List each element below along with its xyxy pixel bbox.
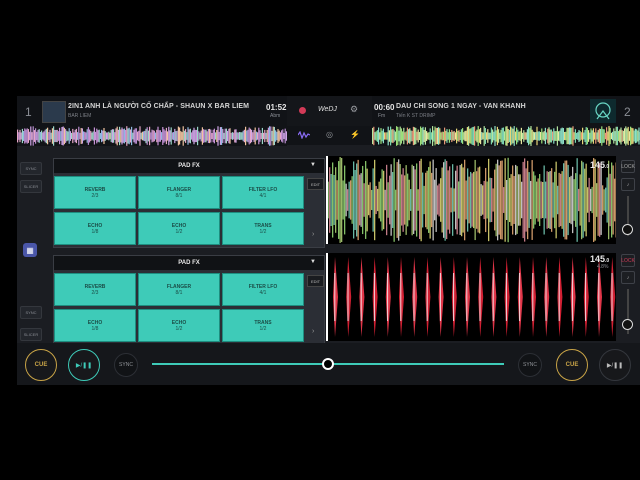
settings-gear-icon[interactable]: ⚙ — [350, 104, 358, 115]
fx-pad-value: 4/1 — [259, 192, 267, 199]
pad-fx-panel-top: PAD FX ▼ REVERB 2/3 FLANGER 8/1 FILTER LFO 4/… — [53, 158, 325, 248]
fx-pad[interactable]: REVERB 2/3 — [54, 176, 136, 209]
pad-fx-title: PAD FX — [178, 260, 200, 266]
tempo-slider-knob-top[interactable] — [622, 224, 633, 235]
expand-chevron-icon-bottom[interactable]: › — [312, 328, 314, 335]
deck-1-track-title[interactable]: 2IN1 ANH LÀ NGƯỜI CỐ CHẤP - SHAUN X BAR … — [68, 103, 249, 110]
tempo-slider-knob-bottom[interactable] — [622, 319, 633, 330]
fx-pad-value: 2/3 — [91, 192, 99, 199]
play-pause-button-left[interactable]: ▶/❚❚ — [68, 349, 100, 381]
fx-pad[interactable]: ECHO 1/8 — [54, 212, 136, 245]
fx-pad[interactable]: REVERB 2/3 — [54, 273, 136, 306]
tempo-range-icon-bottom[interactable]: ♪ — [621, 271, 635, 284]
fx-mode-icon[interactable]: ⚡ — [350, 130, 360, 139]
fx-pad-value: 1/2 — [175, 325, 183, 332]
dropdown-caret-icon[interactable]: ▼ — [310, 259, 316, 265]
lock-button-top[interactable]: LOCK — [621, 160, 635, 173]
deck-1-cover-art — [42, 101, 66, 123]
fx-pad-value: 2/3 — [91, 289, 99, 296]
fx-pad-value: 4/1 — [259, 289, 267, 296]
bpm-display-top: 145.0 — [590, 160, 610, 170]
crossfader-knob[interactable] — [322, 358, 334, 370]
deck-2-time: 00:60 — [374, 103, 395, 112]
fx-pad[interactable]: FILTER LFO 4/1 — [222, 176, 304, 209]
dj-app: 1 2IN1 ANH LÀ NGƯỜI CỐ CHẤP - SHAUN X BA… — [17, 96, 640, 385]
deck-1-key: Abm — [270, 113, 281, 119]
deck-1-waveform[interactable] — [326, 156, 616, 244]
deck-2-track-title[interactable]: DAU CHI SONG 1 NGAY - VAN KHANH — [396, 103, 526, 110]
fx-pad-value: 1/2 — [259, 325, 267, 332]
bpm-display-bottom: 145.0 — [590, 254, 610, 264]
record-button[interactable] — [299, 107, 306, 114]
fx-pad[interactable]: FILTER LFO 4/1 — [222, 273, 304, 306]
fx-pad-value: 1/2 — [175, 228, 183, 235]
deck-1-track-artist: BAR LIEM — [68, 113, 92, 119]
sync-button-left[interactable]: SYNC — [114, 353, 138, 377]
sync-button-bottom[interactable]: SYNC — [20, 306, 42, 319]
cue-button-right[interactable]: CUE — [556, 349, 588, 381]
sync-button-top[interactable]: SYNC — [20, 162, 42, 175]
tempo-range-icon-top[interactable]: ♪ — [621, 178, 635, 191]
pad-fx-header[interactable]: PAD FX ▼ — [54, 256, 324, 270]
cue-button-left[interactable]: CUE — [25, 349, 57, 381]
fx-pad[interactable]: FLANGER 8/1 — [138, 273, 220, 306]
expand-chevron-icon-top[interactable]: › — [312, 231, 314, 238]
deck-2-cover-art — [590, 99, 616, 123]
fx-pad[interactable]: TRANS 1/2 — [222, 309, 304, 342]
pad-fx-header[interactable]: PAD FX ▼ — [54, 159, 324, 173]
pad-fx-panel-bottom: PAD FX ▼ REVERB 2/3 FLANGER 8/1 FILTER LFO 4/… — [53, 255, 325, 345]
fx-pad[interactable]: FLANGER 8/1 — [138, 176, 220, 209]
waveform-mode-icon[interactable] — [298, 131, 310, 139]
dropdown-caret-icon[interactable]: ▼ — [310, 162, 316, 168]
fx-pad[interactable]: ECHO 1/2 — [138, 309, 220, 342]
deck-1-time: 01:52 — [266, 103, 287, 112]
deck-2-overview-waveform[interactable] — [372, 126, 640, 146]
fx-pad-value: 8/1 — [175, 289, 183, 296]
pitch-percent: 4.8% — [597, 264, 609, 270]
slicer-button-top[interactable]: SLICER — [20, 180, 42, 193]
fx-pad[interactable]: ECHO 1/2 — [138, 212, 220, 245]
fx-pad-value: 1/8 — [91, 325, 99, 332]
eq-mode-icon[interactable]: ◎ — [326, 130, 333, 139]
pad-fx-title: PAD FX — [178, 163, 200, 169]
edit-button-bottom[interactable]: EDIT — [307, 275, 324, 287]
edit-button-top[interactable]: EDIT — [307, 178, 324, 190]
deck-2-key: Fm — [378, 113, 386, 119]
deck-1-number: 1 — [25, 105, 32, 119]
deck-2-number: 2 — [624, 105, 631, 119]
fx-pad-value: 8/1 — [175, 192, 183, 199]
wedj-logo: WeDJ — [318, 106, 337, 113]
deck-1-overview-waveform[interactable] — [17, 126, 287, 146]
slicer-button-bottom[interactable]: SLICER — [20, 328, 42, 341]
sync-button-right[interactable]: SYNC — [518, 353, 542, 377]
fx-pad[interactable]: ECHO 1/8 — [54, 309, 136, 342]
deck-2-track-artist: Tiến K ST DRIMP — [396, 113, 436, 119]
pad-grid-top: REVERB 2/3 FLANGER 8/1 FILTER LFO 4/1 ECHO 1/8 E… — [54, 176, 306, 246]
play-pause-button-right[interactable]: ▶/❚❚ — [599, 349, 631, 381]
fx-pad-value: 1/8 — [91, 228, 99, 235]
pad-grid-icon[interactable]: ▦ — [23, 243, 37, 257]
fx-pad-value: 1/2 — [259, 228, 267, 235]
fx-pad[interactable]: TRANS 1/2 — [222, 212, 304, 245]
pad-grid-bottom: REVERB 2/3 FLANGER 8/1 FILTER LFO 4/1 ECHO 1/8 E… — [54, 273, 306, 343]
deck-2-waveform[interactable] — [326, 253, 616, 341]
lock-button-bottom[interactable]: LOCK — [621, 254, 635, 267]
